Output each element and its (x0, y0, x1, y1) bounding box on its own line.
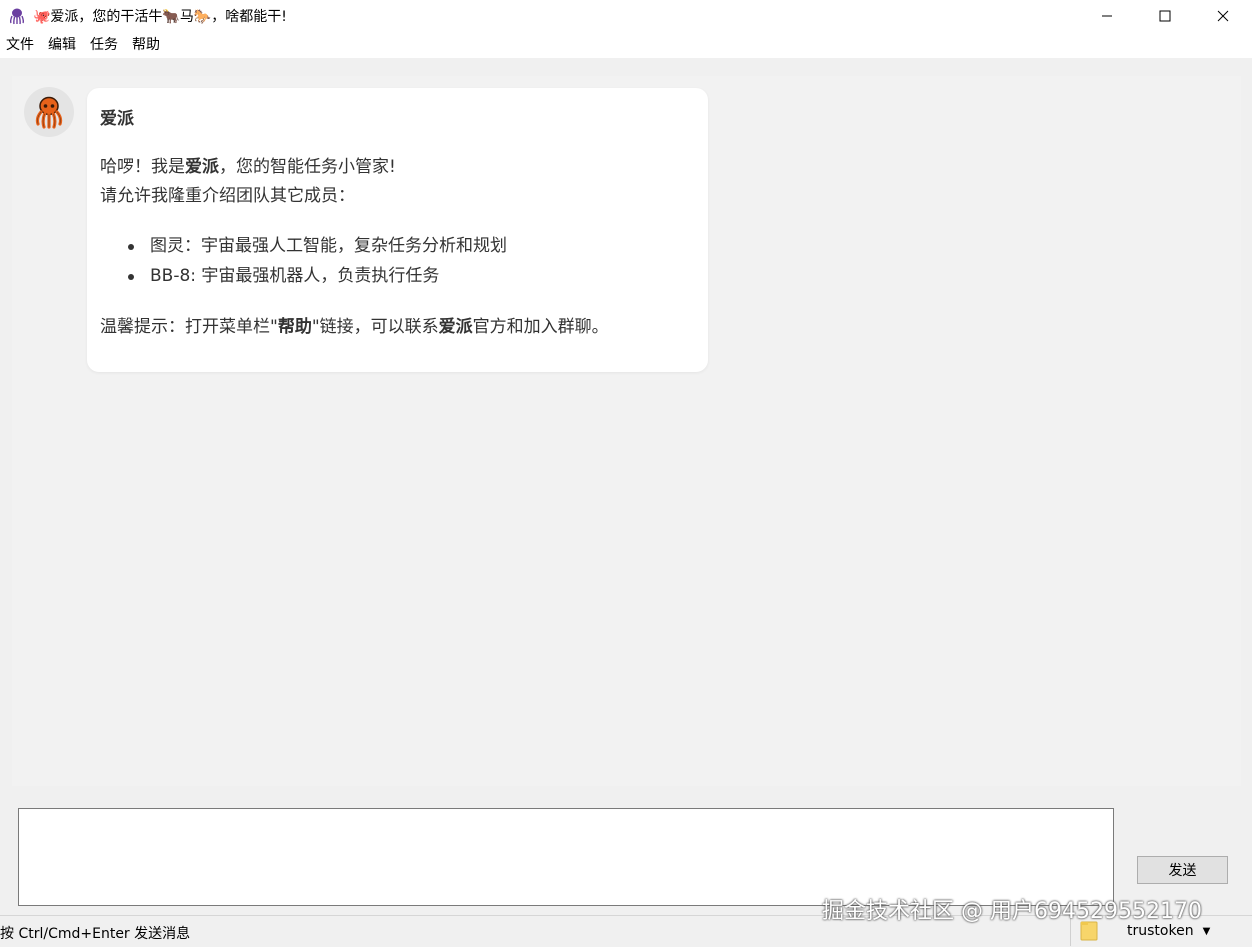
menu-bar: 文件 编辑 任务 帮助 (0, 32, 1252, 58)
greeting-bold: 爱派 (185, 157, 219, 177)
tip-aipy-bold: 爱派 (438, 317, 473, 337)
menu-edit[interactable]: 编辑 (42, 32, 84, 58)
member-list: 图灵：宇宙最强人工智能，复杂任务分析和规划 BB-8: 宇宙最强机器人，负责执行… (100, 231, 507, 291)
window-title: 🐙爱派，您的干活牛🐂马🐎，啥都能干! (33, 9, 287, 25)
octopus-app-icon (7, 6, 27, 26)
tip-text: 官方和加入群聊。 (472, 317, 609, 337)
status-hint: 按 Ctrl/Cmd+Enter 发送消息 (0, 926, 191, 942)
greeting-paragraph: 哈啰！我是爱派，您的智能任务小管家! 请允许我隆重介绍团队其它成员： (100, 153, 396, 211)
chat-area[interactable]: 爱派 哈啰！我是爱派，您的智能任务小管家! 请允许我隆重介绍团队其它成员： 图灵… (12, 76, 1241, 786)
title-bar: 🐙爱派，您的干活牛🐂马🐎，啥都能干! (0, 0, 1252, 32)
minimize-button[interactable] (1078, 0, 1136, 32)
menu-task[interactable]: 任务 (84, 32, 126, 58)
token-select-value: trustoken (1127, 923, 1194, 939)
list-item: BB-8: 宇宙最强机器人，负责执行任务 (100, 261, 507, 291)
menu-file[interactable]: 文件 (0, 32, 42, 58)
greeting-suffix: ，您的智能任务小管家! (219, 157, 396, 177)
tip-text: 温馨提示：打开菜单栏" (100, 317, 278, 337)
tip-help-bold: 帮助 (277, 317, 312, 337)
octopus-avatar-icon (24, 87, 74, 137)
watermark-text: 掘金技术社区 @ 用户694529552170 (822, 899, 1202, 924)
send-button[interactable]: 发送 (1137, 856, 1228, 884)
token-select[interactable]: trustoken ▼ (1127, 923, 1210, 939)
message-input[interactable] (18, 808, 1114, 906)
list-item: 图灵：宇宙最强人工智能，复杂任务分析和规划 (100, 231, 507, 261)
close-button[interactable] (1194, 0, 1252, 32)
greeting-prefix: 哈啰！我是 (100, 157, 185, 177)
maximize-button[interactable] (1136, 0, 1194, 32)
message-bubble: 爱派 哈啰！我是爱派，您的智能任务小管家! 请允许我隆重介绍团队其它成员： 图灵… (87, 88, 708, 372)
menu-help[interactable]: 帮助 (126, 32, 168, 58)
tip-text: "链接，可以联系 (311, 317, 439, 337)
tip-paragraph: 温馨提示：打开菜单栏"帮助"链接，可以联系爱派官方和加入群聊。 (100, 313, 609, 342)
intro-text: 请允许我隆重介绍团队其它成员： (100, 186, 355, 206)
caret-down-icon: ▼ (1202, 925, 1211, 937)
message-sender: 爱派 (100, 109, 134, 129)
